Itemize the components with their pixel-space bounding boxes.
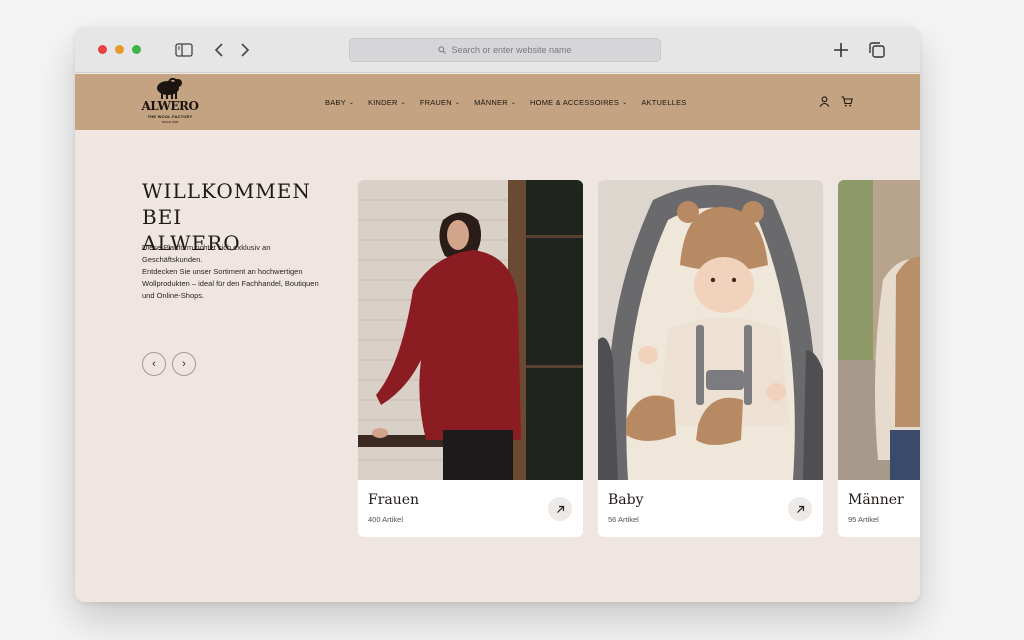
- category-image-frauen: [358, 180, 583, 480]
- chevron-down-icon: ⌄: [348, 99, 355, 106]
- category-image-maenner: [838, 180, 920, 480]
- address-bar[interactable]: Search or enter website name: [349, 38, 661, 62]
- chevron-down-icon: ⌄: [622, 99, 628, 106]
- close-window-button[interactable]: [98, 45, 107, 54]
- category-card-baby[interactable]: Baby 56 Artikel: [598, 180, 823, 537]
- address-bar-placeholder: Search or enter website name: [451, 45, 572, 55]
- category-card-maenner[interactable]: Männer 95 Artikel: [838, 180, 920, 537]
- hero-section: WILLKOMMEN BEI ALWERO Diese Plattform ri…: [75, 130, 920, 602]
- browser-titlebar: Search or enter website name: [75, 27, 920, 73]
- chevron-left-icon: ‹: [152, 358, 156, 370]
- carousel-prev-button[interactable]: ‹: [142, 352, 166, 376]
- hero-desc-line: Entdecken Sie unser Sortiment an hochwer…: [142, 267, 303, 276]
- hero-description: Diese Plattform richtet sich exklusiv an…: [142, 242, 342, 302]
- browser-window: Search or enter website name ALWERO THE …: [75, 27, 920, 602]
- alwero-logo[interactable]: ALWERO THE WOOL FACTORY SINCE 1999: [138, 76, 202, 128]
- site-header: ALWERO THE WOOL FACTORY SINCE 1999 BABY ⌄…: [75, 74, 920, 130]
- ram-icon: [157, 77, 182, 99]
- logo-since: SINCE 1999: [161, 120, 179, 124]
- open-category-button[interactable]: [548, 497, 572, 521]
- chevron-right-icon: ›: [182, 358, 186, 370]
- back-icon[interactable]: [208, 39, 230, 61]
- sidebar-toggle-icon[interactable]: [173, 39, 195, 61]
- hero-title-line-1: WILLKOMMEN BEI: [142, 179, 311, 229]
- menu-item-frauen[interactable]: FRAUEN ⌄: [420, 98, 460, 107]
- minimize-window-button[interactable]: [115, 45, 124, 54]
- category-title: Baby: [608, 492, 644, 508]
- menu-item-maenner[interactable]: MÄNNER ⌄: [474, 98, 516, 107]
- category-card-frauen[interactable]: Frauen 400 Artikel: [358, 180, 583, 537]
- category-title: Männer: [848, 492, 904, 508]
- main-menu: BABY ⌄ KINDER ⌄ FRAUEN ⌄ MÄNNER ⌄ HOME & ACC…: [325, 94, 686, 110]
- new-tab-icon[interactable]: [830, 39, 852, 61]
- hero-desc-line: und Online-Shops.: [142, 291, 205, 300]
- carousel-next-button[interactable]: ›: [172, 352, 196, 376]
- menu-item-kinder[interactable]: KINDER ⌄: [368, 98, 406, 107]
- tab-overview-icon[interactable]: [866, 39, 888, 61]
- arrow-up-right-icon: [796, 505, 804, 513]
- arrow-up-right-icon: [556, 505, 564, 513]
- chevron-down-icon: ⌄: [454, 99, 461, 106]
- cart-icon[interactable]: [839, 93, 855, 109]
- category-count: 56 Artikel: [608, 515, 639, 524]
- open-category-button[interactable]: [788, 497, 812, 521]
- logo-tagline: THE WOOL FACTORY: [147, 114, 193, 119]
- user-icon[interactable]: [816, 93, 832, 109]
- menu-item-baby[interactable]: BABY ⌄: [325, 98, 354, 107]
- forward-icon[interactable]: [234, 39, 256, 61]
- category-count: 400 Artikel: [368, 515, 404, 524]
- hero-desc-line: Diese Plattform richtet sich exklusiv an: [142, 243, 271, 252]
- hero-desc-line: Geschäftskunden.: [142, 255, 203, 264]
- menu-item-home-accessoires[interactable]: HOME & ACCESSOIRES ⌄: [530, 98, 627, 107]
- logo-wordmark: ALWERO: [141, 99, 199, 113]
- category-image-baby: [598, 180, 823, 480]
- category-count: 95 Artikel: [848, 515, 879, 524]
- chevron-down-icon: ⌄: [400, 99, 406, 106]
- chevron-down-icon: ⌄: [510, 99, 517, 106]
- menu-item-aktuelles[interactable]: AKTUELLES: [641, 98, 686, 107]
- category-title: Frauen: [368, 492, 420, 508]
- search-icon: [438, 46, 447, 54]
- hero-desc-line: Wollprodukten – ideal für den Fachhandel…: [142, 279, 319, 288]
- zoom-window-button[interactable]: [132, 45, 141, 54]
